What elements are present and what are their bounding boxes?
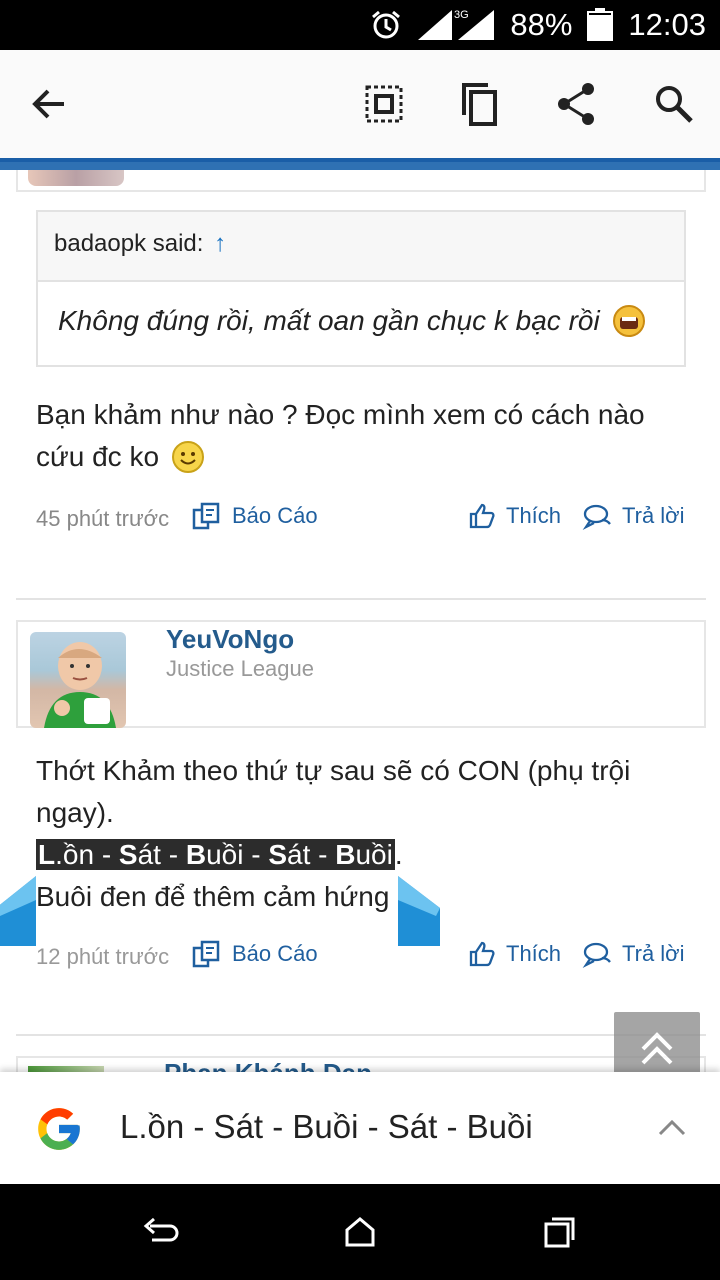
quote-text: Không đúng rồi, mất oan gần chục k bạc r…: [58, 305, 600, 336]
post-text-line: Thớt Khảm theo thứ tự sau sẽ có CON (phụ…: [36, 755, 631, 786]
baby-avatar-image: [44, 642, 116, 728]
bold-letter: L: [38, 839, 56, 870]
back-nav-button[interactable]: [134, 1206, 186, 1258]
double-chevron-up-icon: [641, 1032, 673, 1065]
selection-start-handle[interactable]: [0, 876, 38, 946]
post-text-line: Bạn khảm như nào ? Đọc mình xem có cách …: [36, 399, 645, 430]
google-logo-icon: [38, 1108, 80, 1150]
quote-header: badaopk said: ↑: [38, 212, 684, 282]
reply-link[interactable]: Trả lời: [582, 940, 685, 968]
post-meta: 12 phút trước Báo Cáo Thích Trả lời: [36, 938, 686, 978]
selected-text: át -: [287, 839, 336, 870]
quote-body: Không đúng rồi, mất oan gần chục k bạc r…: [38, 282, 684, 360]
system-nav-bar: [0, 1184, 720, 1280]
select-all-button[interactable]: [360, 80, 408, 128]
home-nav-button[interactable]: [334, 1206, 386, 1258]
copy-icon: [462, 83, 497, 126]
post-text: .: [394, 839, 403, 870]
scroll-to-top-button[interactable]: [614, 1012, 700, 1072]
battery-icon: [587, 8, 614, 41]
status-bar: 3G 88% 12:03: [0, 0, 720, 50]
select-all-icon: [365, 85, 403, 123]
report-label: Báo Cáo: [232, 941, 318, 966]
avatar[interactable]: [28, 170, 124, 186]
bold-letter: S: [268, 839, 288, 870]
avatar[interactable]: [30, 632, 126, 728]
reply-bubble-icon: [582, 504, 611, 530]
like-label: Thích: [506, 503, 562, 528]
home-icon: [345, 1217, 375, 1247]
quote-source-arrow-icon[interactable]: ↑: [214, 230, 226, 257]
crying-emoji-icon: [612, 305, 645, 337]
post-text-line: Buôi đen để thêm cảm hứng: [36, 881, 390, 912]
report-label: Báo Cáo: [232, 503, 318, 528]
clock: 12:03: [628, 7, 706, 42]
post-meta: 45 phút trước Báo Cáo Thích Trả lời: [36, 500, 686, 540]
header-accent-line: [0, 158, 720, 170]
signal-icon: 3G: [418, 9, 495, 40]
bold-letter: S: [118, 839, 138, 870]
username[interactable]: YeuVoNgo: [166, 624, 294, 655]
thumbs-up-icon: [469, 941, 495, 967]
alarm-icon: [372, 10, 401, 39]
report-icon: [192, 940, 220, 968]
recents-nav-button[interactable]: [534, 1206, 586, 1258]
selection-end-handle[interactable]: [398, 876, 440, 946]
post-time: 45 phút trước: [36, 506, 170, 531]
user-info-box: YeuVoNgo Justice League: [16, 620, 706, 728]
thumbs-up-icon: [469, 503, 495, 529]
reply-bubble-icon: [582, 942, 611, 968]
post-divider: [16, 598, 706, 600]
text-selection-action-bar: [0, 50, 720, 158]
like-link[interactable]: Thích: [468, 502, 561, 530]
bold-letter: B: [335, 839, 356, 870]
selected-text-line[interactable]: L.ồn - Sát - Buồi - Sát - Buồi.: [36, 834, 696, 876]
reply-label: Trả lời: [622, 941, 685, 966]
reply-label: Trả lời: [622, 503, 685, 528]
battery-percent: 88%: [510, 7, 573, 42]
post-divider: [16, 1034, 706, 1036]
post-message: Thớt Khảm theo thứ tự sau sẽ có CON (phụ…: [36, 750, 696, 918]
copy-button[interactable]: [455, 80, 503, 128]
back-nav-icon: [143, 1217, 179, 1242]
post-time: 12 phút trước: [36, 944, 170, 969]
selected-text: át -: [137, 839, 186, 870]
selected-text: .ồn -: [55, 839, 119, 870]
network-type: 3G: [454, 9, 469, 21]
text-selection-highlight[interactable]: L.ồn - Sát - Buồi - Sát - Buồi: [36, 839, 395, 870]
like-label: Thích: [506, 941, 562, 966]
post-text-line: ngay).: [36, 797, 114, 828]
username[interactable]: Phan Khánh Dạn: [164, 1058, 372, 1072]
search-button[interactable]: [650, 80, 698, 128]
report-icon: [192, 502, 220, 530]
thread-content[interactable]: badaopk said: ↑ Không đúng rồi, mất oan …: [0, 170, 720, 1072]
smile-emoji-icon: [172, 441, 205, 473]
selected-text: uồi -: [206, 839, 269, 870]
post-text-line: cứu đc ko: [36, 441, 160, 472]
like-link[interactable]: Thích: [468, 940, 561, 968]
report-link[interactable]: Báo Cáo: [192, 940, 318, 968]
search-icon: [656, 86, 693, 123]
selected-text: uồi: [355, 839, 393, 870]
search-query: L.ồn - Sát - Buồi - Sát - Buồi: [120, 1108, 533, 1145]
back-arrow-icon: [32, 89, 64, 119]
bold-letter: B: [185, 839, 207, 870]
reply-link[interactable]: Trả lời: [582, 502, 685, 530]
user-title: Justice League: [166, 656, 314, 681]
quote-block: badaopk said: ↑ Không đúng rồi, mất oan …: [36, 210, 686, 367]
share-icon: [558, 83, 594, 125]
recents-icon: [544, 1217, 575, 1248]
chevron-up-icon[interactable]: [656, 1116, 688, 1140]
report-link[interactable]: Báo Cáo: [192, 502, 318, 530]
share-button[interactable]: [552, 80, 600, 128]
tap-to-search-panel[interactable]: L.ồn - Sát - Buồi - Sát - Buồi: [0, 1072, 720, 1184]
back-button[interactable]: [24, 80, 72, 128]
post-message: Bạn khảm như nào ? Đọc mình xem có cách …: [36, 394, 696, 478]
quote-author: badaopk said:: [54, 230, 204, 257]
